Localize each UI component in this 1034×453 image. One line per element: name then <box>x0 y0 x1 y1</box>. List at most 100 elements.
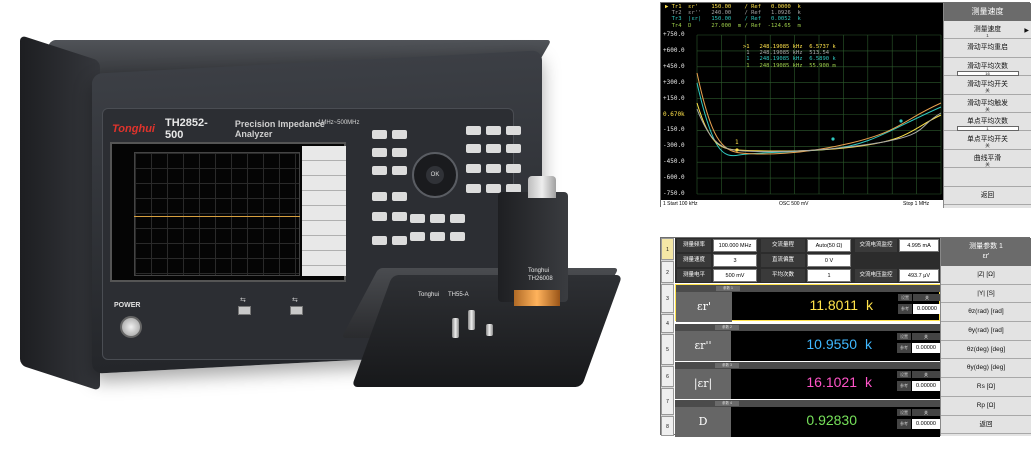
parameter-option-5[interactable]: θz(deg) [deg] <box>941 341 1031 360</box>
keypad-button[interactable] <box>450 214 465 223</box>
softkey-value: 关 <box>985 88 990 94</box>
parameter-option-8[interactable]: Rp [Ω] <box>941 397 1031 416</box>
param-value[interactable]: 4.995 mA <box>899 239 939 252</box>
osc-level: OSC 500 mV <box>779 201 809 207</box>
keypad-button[interactable] <box>392 130 407 139</box>
keypad-button[interactable] <box>506 126 521 135</box>
parameter-option-6[interactable]: θy(deg) [deg] <box>941 359 1031 379</box>
param-value[interactable]: 1 <box>807 269 851 282</box>
keypad-button[interactable] <box>466 126 481 135</box>
softkey-menu: 测量速度 测量速度 1 ▶ 滑动平均重启滑动平均次数 16 滑动平均开关关滑动平均触发关单… <box>943 3 1031 208</box>
softkey-value: 关 <box>985 143 990 149</box>
mini-trace <box>134 216 300 217</box>
measurement-row[interactable]: 参数 1 εr' 11.8011 k 设置关参考 0.00000 <box>675 284 941 322</box>
softkey-3[interactable]: 滑动平均次数 16 <box>944 58 1031 77</box>
parameter-option-9[interactable]: 返回 <box>941 416 1031 435</box>
param-label: 直流偏置 <box>761 254 805 267</box>
compare-label: 设置 <box>898 294 912 301</box>
measurement-param-tag: 参数 1 <box>716 286 740 291</box>
y-tick-label: +750.0 <box>663 31 685 38</box>
y-tick-label: +300.0 <box>663 78 685 86</box>
keypad-button[interactable] <box>372 212 387 221</box>
param-value[interactable]: 500 mV <box>713 269 757 282</box>
keypad-button[interactable] <box>450 232 465 241</box>
keypad-button[interactable] <box>372 166 387 175</box>
trace-header: ▶ Tr1 εr' 150.00 / Ref 0.0000 k Tr2 εr''… <box>665 4 801 29</box>
softkey-input[interactable]: 16 <box>956 70 1019 76</box>
keypad-button[interactable] <box>392 212 407 221</box>
compare-label: 设置 <box>897 409 911 416</box>
softkey-1[interactable]: 测量速度 1 ▶ <box>944 21 1031 40</box>
param-value[interactable]: 493.7 μV <box>899 269 939 282</box>
usb-port-2[interactable] <box>290 306 303 315</box>
keypad-button[interactable] <box>392 166 407 175</box>
reference-value[interactable]: 0.00000 <box>912 419 940 429</box>
measurement-param-label: εr'' <box>675 331 731 361</box>
fixture-micrometer-head[interactable] <box>528 176 556 198</box>
y-tick-label: -750.0 <box>663 190 685 197</box>
measurement-header: 参数 4 <box>675 400 940 407</box>
reference-value[interactable]: 0.00000 <box>913 304 941 314</box>
softkey-5[interactable]: 滑动平均触发关 <box>944 95 1031 113</box>
parameter-option-4[interactable]: θy(rad) [rad] <box>941 322 1031 341</box>
param-value[interactable]: 3 <box>713 254 757 267</box>
reference-value[interactable]: 0.00000 <box>912 343 940 353</box>
keypad-button[interactable] <box>430 232 445 241</box>
keypad-button[interactable] <box>372 130 387 139</box>
compare-state[interactable]: 关 <box>912 371 940 378</box>
keypad-button[interactable] <box>486 164 501 173</box>
mini-plot-grid <box>134 152 300 276</box>
keypad-button[interactable] <box>392 192 407 201</box>
keypad-button[interactable] <box>486 184 501 193</box>
keypad-button[interactable] <box>392 236 407 245</box>
keypad-button[interactable] <box>466 144 481 153</box>
parameter-option-7[interactable]: Rs [Ω] <box>941 378 1031 397</box>
keypad-button[interactable] <box>410 232 425 241</box>
keypad-button[interactable] <box>466 184 481 193</box>
compare-state[interactable]: 关 <box>912 333 940 340</box>
keypad-button[interactable] <box>486 144 501 153</box>
softkey-value: 关 <box>985 106 990 112</box>
measurement-row[interactable]: 参数 3 |εr| 16.1021 k 设置关参考 0.00000 <box>675 362 940 399</box>
reference-label: 参考 <box>897 381 911 391</box>
ok-button[interactable]: OK <box>426 166 444 184</box>
marker-point <box>899 119 903 123</box>
keypad-button[interactable] <box>486 126 501 135</box>
keypad-button[interactable] <box>392 148 407 157</box>
measurement-row[interactable]: 参数 4 D 0.92830 设置关参考 0.00000 <box>675 400 940 437</box>
softkey-menu-title: 测量速度 <box>944 3 1031 21</box>
stand-pin <box>486 324 493 336</box>
keypad-button[interactable] <box>506 164 521 173</box>
keypad-button[interactable] <box>506 144 521 153</box>
compare-state[interactable]: 关 <box>912 409 940 416</box>
softkey-2[interactable]: 滑动平均重启 <box>944 39 1031 58</box>
softkey-6[interactable]: 单点平均次数 1 <box>944 113 1031 132</box>
reference-value[interactable]: 0.00000 <box>912 381 940 391</box>
compare-state[interactable]: 关 <box>913 294 941 301</box>
parameter-option-1[interactable]: |Z| [Ω] <box>941 266 1031 285</box>
softkey-label: 滑动平均重启 <box>967 44 1008 52</box>
parameter-menu-title: 测量参数 1 εr' <box>941 238 1031 266</box>
softkey-7[interactable]: 单点平均开关关 <box>944 131 1031 150</box>
softkey-4[interactable]: 滑动平均开关关 <box>944 76 1031 95</box>
softkey-8[interactable]: 曲线平滑关 <box>944 150 1031 169</box>
parameter-option-3[interactable]: θz(rad) [rad] <box>941 303 1031 323</box>
usb-port-1[interactable] <box>238 306 251 315</box>
param-value[interactable]: 100.000 MHz <box>713 239 757 252</box>
keypad-button[interactable] <box>430 214 445 223</box>
keypad-button[interactable] <box>466 164 481 173</box>
keypad-button[interactable] <box>372 192 387 201</box>
measurement-row[interactable]: 参数 2 εr'' 10.9550 k 设置关参考 0.00000 <box>675 324 940 361</box>
parameter-option-2[interactable]: |Y| [S] <box>941 285 1031 304</box>
softkey-input[interactable]: 1 <box>956 125 1019 131</box>
param-value[interactable]: 0 V <box>807 254 851 267</box>
softkey-10[interactable]: 返回 <box>944 187 1031 205</box>
row-number: 1 <box>661 238 674 260</box>
reference-label: 参考 <box>897 419 911 429</box>
keypad-button[interactable] <box>410 214 425 223</box>
keypad-button[interactable] <box>372 148 387 157</box>
param-value[interactable]: Auto(50 Ω) <box>807 239 851 252</box>
y-tick-label: -600.0 <box>663 174 685 182</box>
power-button[interactable] <box>120 316 142 338</box>
keypad-button[interactable] <box>372 236 387 245</box>
